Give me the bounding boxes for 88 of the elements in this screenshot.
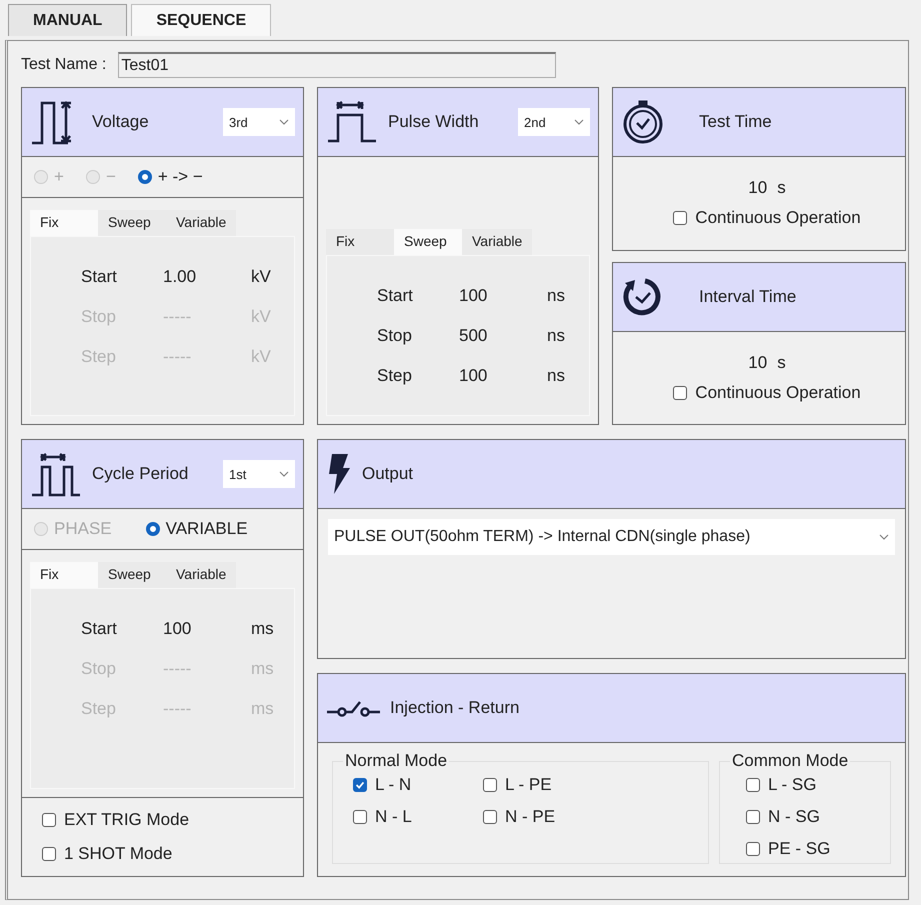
radio-button[interactable] [146, 522, 160, 536]
mode-tab[interactable]: MANUAL [8, 4, 128, 36]
checkbox[interactable] [353, 778, 367, 792]
parameter-value[interactable]: 500 [459, 326, 547, 346]
parameter-label: Start [81, 267, 118, 287]
panel-title: Cycle Period [92, 464, 188, 484]
group-label: Normal Mode [344, 751, 448, 771]
sub-tab[interactable]: Variable [166, 562, 236, 588]
output-dropdown[interactable]: PULSE OUT(50ohm TERM) -> Internal CDN(single phase) [328, 519, 895, 555]
checkbox-option[interactable]: 1 SHOT Mode [42, 844, 283, 864]
parameter-label: Step [81, 699, 117, 719]
parameter-label: Start [81, 619, 118, 639]
parameter-value[interactable]: 100 [163, 619, 251, 639]
unit-label: ns [547, 366, 566, 386]
checkbox-option[interactable]: EXT TRIG Mode [42, 810, 283, 830]
chevron-down-icon [879, 534, 889, 540]
parameter-label: Stop [377, 326, 413, 346]
sub-tab[interactable]: Sweep [98, 210, 166, 236]
checkbox-option[interactable]: Continuous Operation [673, 382, 861, 403]
unit-label: kV [251, 307, 272, 327]
parameter-label: Step [377, 366, 413, 386]
pulse-width-icon [326, 99, 378, 145]
checkbox[interactable] [746, 810, 760, 824]
radio-button[interactable] [138, 170, 152, 184]
unit-label: ns [547, 326, 566, 346]
panel-title: Pulse Width [388, 112, 479, 132]
unit-label: ns [547, 286, 566, 306]
parameter-label: Step [81, 347, 117, 367]
checkbox-option[interactable]: L - N [353, 775, 483, 795]
group-label: Common Mode [731, 751, 850, 771]
stopwatch-icon [621, 100, 665, 144]
checkbox[interactable] [483, 778, 497, 792]
checkbox[interactable] [42, 813, 56, 827]
sub-tab[interactable]: Variable [462, 229, 532, 255]
checkbox[interactable] [673, 211, 688, 226]
mode-tab[interactable]: SEQUENCE [131, 4, 272, 36]
unit-label: ms [251, 699, 275, 719]
sub-tab[interactable]: Sweep [98, 562, 166, 588]
unit-label: ms [251, 619, 275, 639]
checkmark-icon [354, 779, 366, 791]
parameter-value[interactable]: 100 [459, 366, 547, 386]
chevron-down-icon [279, 119, 289, 125]
unit-label: kV [251, 267, 272, 287]
panel-title: Injection - Return [390, 698, 520, 718]
checkbox-option[interactable]: N - SG [746, 807, 880, 827]
chevron-down-icon [574, 119, 584, 125]
sub-tab[interactable]: Variable [166, 210, 236, 236]
checkbox-option[interactable]: Continuous Operation [673, 208, 861, 228]
checkbox[interactable] [746, 842, 760, 856]
checkbox[interactable] [746, 778, 760, 792]
checkbox[interactable] [483, 810, 497, 824]
unit-label: ms [251, 659, 275, 679]
checkbox-option[interactable]: PE - SG [746, 839, 880, 859]
test-name-field[interactable]: Test01 [118, 52, 556, 78]
checkbox-option[interactable]: N - PE [483, 807, 613, 827]
panel-title: Test Time [699, 112, 772, 132]
chevron-down-icon [279, 471, 289, 477]
checkbox-option[interactable]: L - SG [746, 775, 880, 795]
order-dropdown[interactable]: 3rd [223, 108, 295, 136]
parameter-label: Stop [81, 307, 117, 327]
panel-title: Output [362, 464, 414, 484]
unit-label: s [777, 178, 786, 198]
sub-tab[interactable]: Fix [30, 210, 98, 236]
order-dropdown[interactable]: 1st [223, 460, 295, 488]
test-name-label: Test Name : [21, 56, 106, 74]
time-value[interactable]: 10 [748, 352, 768, 373]
unit-label: s [777, 352, 786, 373]
parameter-label: Start [377, 286, 414, 306]
sub-tab[interactable]: Fix [326, 229, 394, 255]
sub-tab[interactable]: Sweep [394, 229, 462, 255]
checkbox[interactable] [42, 847, 56, 861]
time-value[interactable]: 10 [748, 178, 768, 198]
radio-option[interactable]: VARIABLE [146, 519, 248, 539]
checkbox-option[interactable]: L - PE [483, 775, 613, 795]
lightning-icon [326, 452, 352, 496]
order-dropdown[interactable]: 2nd [518, 108, 590, 136]
checkbox[interactable] [353, 810, 367, 824]
sub-tab[interactable]: Fix [30, 562, 98, 588]
parameter-value[interactable]: 100 [459, 286, 547, 306]
unit-label: kV [251, 347, 272, 367]
checkbox-option[interactable]: N - L [353, 807, 483, 827]
panel-title: Interval Time [699, 286, 796, 306]
cycle-period-icon [30, 451, 82, 497]
parameter-value[interactable]: 1.00 [163, 267, 251, 287]
checkbox[interactable] [673, 386, 688, 400]
radio-option[interactable]: + -> − [138, 167, 203, 187]
parameter-label: Stop [81, 659, 117, 679]
panel-title: Voltage [92, 112, 149, 132]
